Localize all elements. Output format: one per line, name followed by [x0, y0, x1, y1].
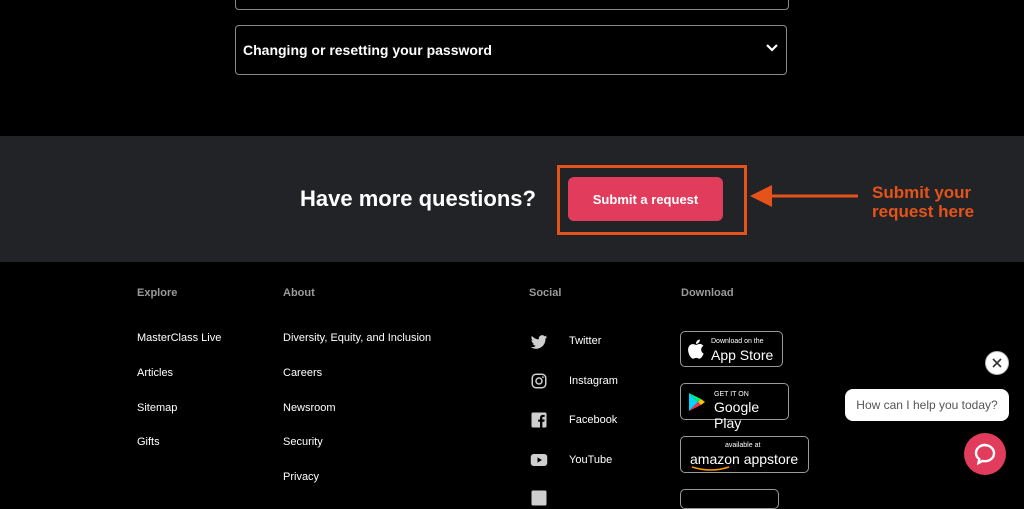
more-questions-heading: Have more questions? — [300, 186, 536, 211]
footer-link-sitemap[interactable]: Sitemap — [137, 402, 177, 414]
download-heading: Download — [681, 287, 734, 299]
annotation-text: Submit your request here — [872, 183, 974, 221]
chevron-down-icon — [766, 44, 778, 52]
social-heading: Social — [529, 287, 562, 299]
amazon-appstore-badge[interactable]: available at amazon appstore — [680, 436, 809, 473]
footer-link-newsroom[interactable]: Newsroom — [283, 402, 336, 414]
footer-link-diversity[interactable]: Diversity, Equity, and Inclusion — [283, 332, 431, 344]
footer-link-privacy[interactable]: Privacy — [283, 471, 319, 483]
google-play-badge[interactable]: GET IT ON Google Play — [680, 383, 789, 431]
amazon-big: amazon appstore — [690, 451, 799, 467]
submit-request-button[interactable]: Submit a request — [568, 177, 723, 221]
annotation-line-2: request here — [872, 202, 975, 221]
app-store-badge[interactable]: Download on the App Store — [680, 331, 783, 367]
footer-link-careers[interactable]: Careers — [283, 367, 322, 379]
instagram-icon[interactable] — [530, 372, 548, 390]
footer-link-articles[interactable]: Articles — [137, 367, 173, 379]
youtube-icon[interactable] — [530, 451, 548, 469]
chat-prompt-bubble[interactable]: How can I help you today? — [845, 389, 1009, 421]
faq-item-password[interactable]: Changing or resetting your password — [235, 25, 787, 75]
faq-item-previous[interactable] — [235, 0, 789, 10]
app-store-big: App Store — [711, 347, 774, 363]
app-store-small: Download on the — [711, 338, 764, 345]
store-badge-partial[interactable] — [680, 489, 779, 509]
chat-launcher-button[interactable] — [964, 433, 1006, 475]
footer-link-facebook[interactable]: Facebook — [569, 414, 617, 426]
facebook-icon[interactable] — [530, 411, 548, 429]
footer-link-twitter[interactable]: Twitter — [569, 335, 601, 347]
twitter-icon[interactable] — [530, 333, 548, 351]
chat-bubble-icon — [974, 443, 996, 466]
social-icon-partial[interactable] — [530, 489, 548, 507]
amazon-smile-icon — [691, 466, 730, 471]
apple-icon — [688, 339, 704, 359]
amazon-small: available at — [725, 442, 761, 449]
chat-close-button[interactable] — [985, 351, 1009, 375]
google-play-big: Google Play — [714, 399, 760, 431]
arrow-left-icon — [750, 185, 858, 207]
google-play-icon — [689, 393, 705, 411]
faq-item-label: Changing or resetting your password — [243, 42, 492, 58]
footer-link-instagram[interactable]: Instagram — [569, 375, 618, 387]
annotation-line-1: Submit your — [872, 183, 972, 202]
footer-link-gifts[interactable]: Gifts — [137, 436, 160, 448]
footer-link-masterclass-live[interactable]: MasterClass Live — [137, 332, 221, 344]
explore-heading: Explore — [137, 287, 178, 299]
footer-link-security[interactable]: Security — [283, 436, 323, 448]
google-play-small: GET IT ON — [714, 391, 749, 398]
about-heading: About — [283, 287, 315, 299]
footer-link-youtube[interactable]: YouTube — [569, 454, 612, 466]
close-icon — [992, 358, 1002, 368]
